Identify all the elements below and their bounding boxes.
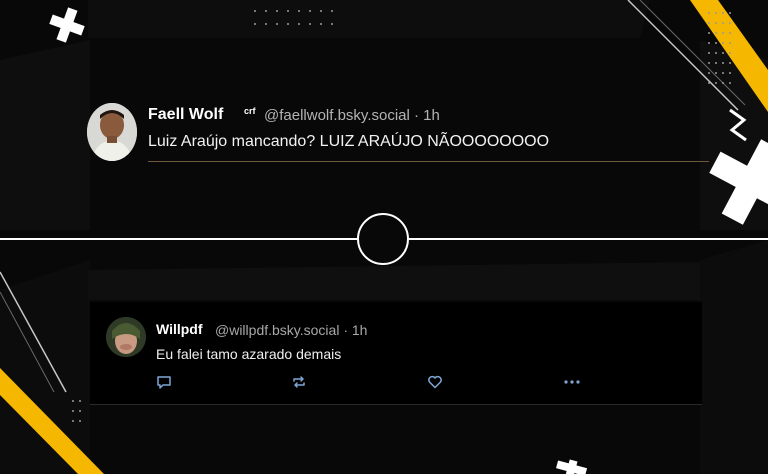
divider-right	[409, 238, 768, 240]
author-handle[interactable]: @faellwolf.bsky.social · 1h	[264, 107, 440, 124]
like-button[interactable]	[425, 372, 445, 392]
dot-grid-top	[254, 10, 333, 25]
divider-circle	[357, 213, 409, 265]
like-icon	[428, 375, 442, 389]
post-text: Eu falei tamo azarado demais	[156, 346, 342, 362]
author-name[interactable]: Willpdf	[156, 321, 203, 337]
author-handle[interactable]: @willpdf.bsky.social · 1h	[215, 322, 367, 338]
divider-line	[148, 161, 709, 162]
divider-left	[0, 238, 357, 240]
reply-icon	[157, 376, 171, 389]
author-name[interactable]: Faell Wolf	[148, 106, 223, 124]
badge: crf	[244, 106, 256, 116]
dot-grid-left	[72, 400, 81, 422]
plus-shape-bottom	[556, 459, 588, 474]
more-button[interactable]	[562, 372, 582, 392]
avatar[interactable]	[87, 103, 137, 161]
post-main[interactable]: Faell Wolf crf @faellwolf.bsky.social · …	[87, 98, 712, 166]
repost-button[interactable]	[289, 372, 309, 392]
reply-button[interactable]	[154, 372, 174, 392]
dot-grid-right	[708, 12, 731, 84]
post-reply[interactable]: Willpdf @willpdf.bsky.social · 1h Eu fal…	[90, 302, 702, 405]
plus-shape-top-left	[49, 7, 85, 43]
avatar[interactable]	[106, 317, 146, 357]
repost-icon	[293, 376, 305, 388]
post-actions	[90, 372, 702, 392]
post-text: Luiz Araújo mancando? LUIZ ARAÚJO NÃOOOO…	[148, 133, 550, 150]
more-icon	[564, 380, 580, 384]
